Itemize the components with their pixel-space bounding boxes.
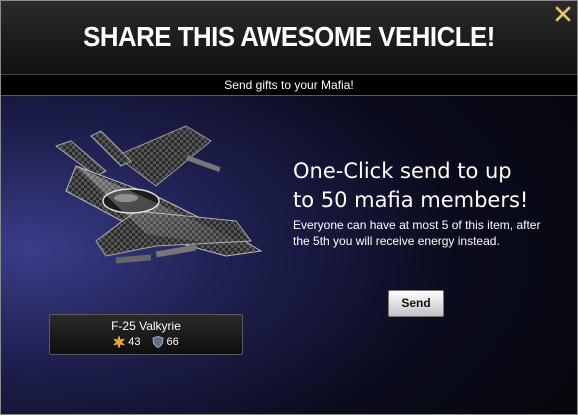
close-icon[interactable] [555, 6, 571, 22]
send-button[interactable]: Send [388, 290, 444, 317]
attack-stat: 43 [113, 336, 140, 348]
vehicle-name: F-25 Valkyrie [111, 319, 181, 333]
defense-stat: 66 [152, 336, 179, 348]
headline-line-1: One-Click send to up [293, 159, 512, 183]
offer-description: Everyone can have at most 5 of this item… [293, 218, 541, 248]
attack-burst-icon [113, 336, 126, 348]
dialog-title: SHARE THIS AWESOME VEHICLE! [83, 21, 495, 52]
vehicle-stats: 43 66 [50, 336, 242, 351]
vehicle-info-box: F-25 Valkyrie 43 66 [49, 314, 243, 355]
defense-value: 66 [166, 336, 179, 348]
attack-value: 43 [128, 336, 141, 348]
defense-shield-icon [152, 336, 163, 348]
dialog-subtitle: Send gifts to your Mafia! [1, 75, 577, 96]
headline-line-2: to 50 mafia members! [293, 188, 529, 212]
share-vehicle-dialog: SHARE THIS AWESOME VEHICLE! Send gifts t… [0, 0, 578, 415]
offer-headline: One-Click send to up to 50 mafia members… [293, 157, 563, 215]
vehicle-image [54, 125, 263, 264]
dialog-header: SHARE THIS AWESOME VEHICLE! [1, 1, 577, 75]
